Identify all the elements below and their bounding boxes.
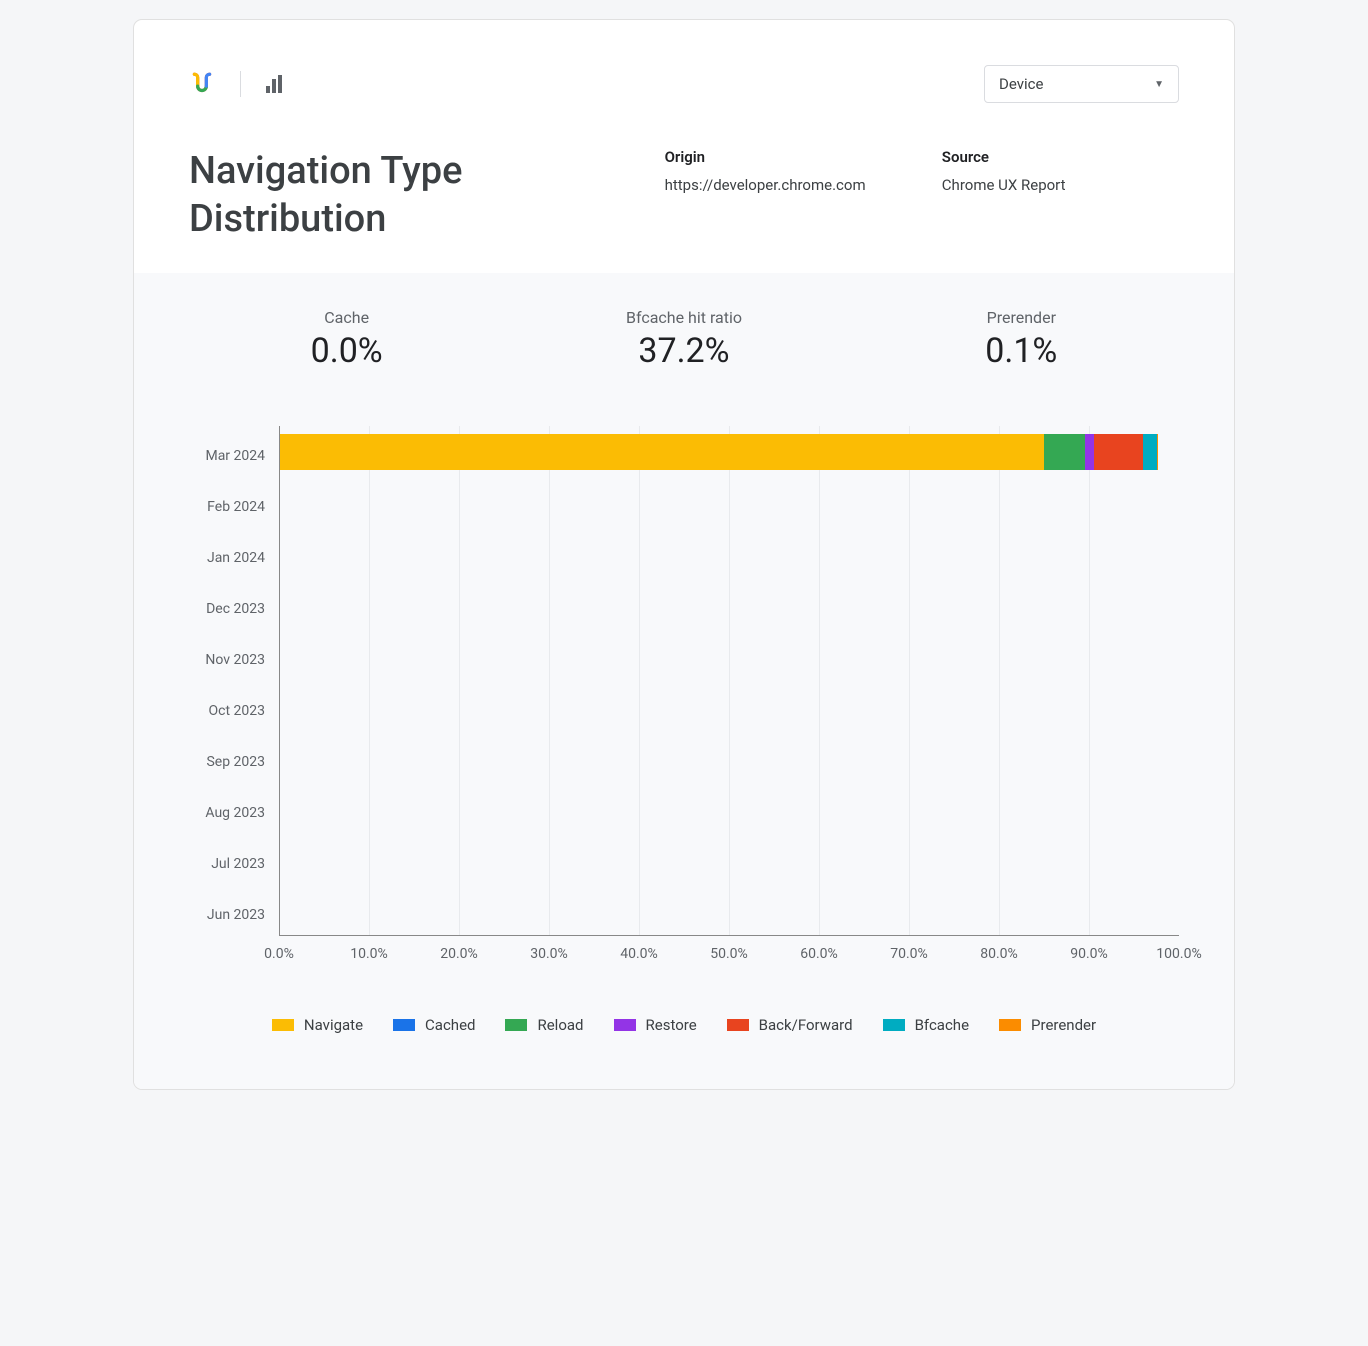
bars-icon xyxy=(266,75,282,93)
y-tick-label: Feb 2024 xyxy=(189,481,279,532)
source-column: Source Chrome UX Report xyxy=(942,148,1179,194)
bar-segment xyxy=(1143,434,1156,470)
bar-row xyxy=(280,842,1179,878)
stat-cache-value: 0.0% xyxy=(311,331,383,371)
page-title: Navigation Type Distribution xyxy=(189,148,625,243)
stats-row: Cache 0.0% Bfcache hit ratio 37.2% Prere… xyxy=(189,308,1179,371)
origin-value: https://developer.chrome.com xyxy=(665,176,902,194)
bar-segment xyxy=(1094,434,1143,470)
legend-swatch xyxy=(727,1019,749,1031)
origin-column: Origin https://developer.chrome.com xyxy=(665,148,902,194)
legend-swatch xyxy=(614,1019,636,1031)
x-tick-label: 70.0% xyxy=(890,946,928,962)
bar-row xyxy=(280,638,1179,674)
y-axis-labels: Mar 2024Feb 2024Jan 2024Dec 2023Nov 2023… xyxy=(189,426,279,940)
stat-cache-label: Cache xyxy=(311,308,383,327)
x-tick-label: 90.0% xyxy=(1070,946,1108,962)
x-tick-label: 100.0% xyxy=(1156,946,1201,962)
y-tick-label: Jul 2023 xyxy=(189,838,279,889)
x-tick-label: 10.0% xyxy=(350,946,388,962)
x-tick-label: 60.0% xyxy=(800,946,838,962)
stat-bfcache: Bfcache hit ratio 37.2% xyxy=(626,308,742,371)
bar-row xyxy=(280,893,1179,929)
legend-label: Restore xyxy=(646,1016,697,1034)
legend-item: Prerender xyxy=(999,1016,1096,1034)
legend: Navigate Cached Reload Restore Back/Forward B… xyxy=(189,1016,1179,1034)
y-tick-label: Aug 2023 xyxy=(189,787,279,838)
legend-swatch xyxy=(272,1019,294,1031)
legend-label: Bfcache xyxy=(915,1016,969,1034)
bar-segment xyxy=(1085,434,1094,470)
stat-prerender-label: Prerender xyxy=(985,308,1057,327)
y-tick-label: Jun 2023 xyxy=(189,889,279,940)
stat-bfcache-value: 37.2% xyxy=(626,331,742,371)
origin-label: Origin xyxy=(665,148,902,166)
x-axis-labels: 0.0%10.0%20.0%30.0%40.0%50.0%60.0%70.0%8… xyxy=(279,946,1179,976)
bar-row xyxy=(280,587,1179,623)
stat-bfcache-label: Bfcache hit ratio xyxy=(626,308,742,327)
legend-item: Back/Forward xyxy=(727,1016,853,1034)
x-tick-label: 40.0% xyxy=(620,946,658,962)
report-card: Device ▼ Navigation Type Distribution Or… xyxy=(134,20,1234,1089)
legend-swatch xyxy=(999,1019,1021,1031)
x-axis-line xyxy=(280,935,1179,936)
legend-item: Cached xyxy=(393,1016,475,1034)
bar-row xyxy=(280,536,1179,572)
chevron-down-icon: ▼ xyxy=(1154,79,1164,90)
stats-chart-section: Cache 0.0% Bfcache hit ratio 37.2% Prere… xyxy=(134,273,1234,1089)
stat-prerender: Prerender 0.1% xyxy=(985,308,1057,371)
legend-label: Navigate xyxy=(304,1016,363,1034)
device-selector[interactable]: Device ▼ xyxy=(984,65,1179,103)
legend-item: Navigate xyxy=(272,1016,363,1034)
bar-row xyxy=(280,791,1179,827)
bar-segment xyxy=(1044,434,1084,470)
legend-item: Bfcache xyxy=(883,1016,969,1034)
legend-item: Reload xyxy=(505,1016,583,1034)
legend-item: Restore xyxy=(614,1016,697,1034)
y-tick-label: Dec 2023 xyxy=(189,583,279,634)
legend-label: Back/Forward xyxy=(759,1016,853,1034)
legend-label: Reload xyxy=(537,1016,583,1034)
y-tick-label: Jan 2024 xyxy=(189,532,279,583)
top-bar: Device ▼ xyxy=(189,65,1179,103)
legend-swatch xyxy=(505,1019,527,1031)
legend-swatch xyxy=(883,1019,905,1031)
plot-area xyxy=(279,426,1179,936)
y-tick-label: Mar 2024 xyxy=(189,430,279,481)
y-tick-label: Nov 2023 xyxy=(189,634,279,685)
bar-segment xyxy=(280,434,1044,470)
header-row: Navigation Type Distribution Origin http… xyxy=(189,148,1179,243)
x-tick-label: 50.0% xyxy=(710,946,748,962)
device-selector-label: Device xyxy=(999,75,1043,93)
brand-area xyxy=(189,71,282,97)
bar-row xyxy=(280,689,1179,725)
x-tick-label: 0.0% xyxy=(264,946,294,962)
bar-row xyxy=(280,740,1179,776)
legend-swatch xyxy=(393,1019,415,1031)
source-value: Chrome UX Report xyxy=(942,176,1179,194)
source-label: Source xyxy=(942,148,1179,166)
separator xyxy=(240,71,241,97)
stat-prerender-value: 0.1% xyxy=(985,331,1057,371)
stat-cache: Cache 0.0% xyxy=(311,308,383,371)
bar-row xyxy=(280,434,1179,470)
legend-label: Cached xyxy=(425,1016,475,1034)
bar-segment xyxy=(1157,434,1158,470)
bars-layer xyxy=(280,426,1179,936)
distribution-chart: Mar 2024Feb 2024Jan 2024Dec 2023Nov 2023… xyxy=(189,426,1179,1034)
legend-label: Prerender xyxy=(1031,1016,1096,1034)
x-tick-label: 30.0% xyxy=(530,946,568,962)
crux-logo-icon xyxy=(189,71,215,97)
y-tick-label: Sep 2023 xyxy=(189,736,279,787)
bar-row xyxy=(280,485,1179,521)
x-tick-label: 80.0% xyxy=(980,946,1018,962)
x-tick-label: 20.0% xyxy=(440,946,478,962)
y-tick-label: Oct 2023 xyxy=(189,685,279,736)
